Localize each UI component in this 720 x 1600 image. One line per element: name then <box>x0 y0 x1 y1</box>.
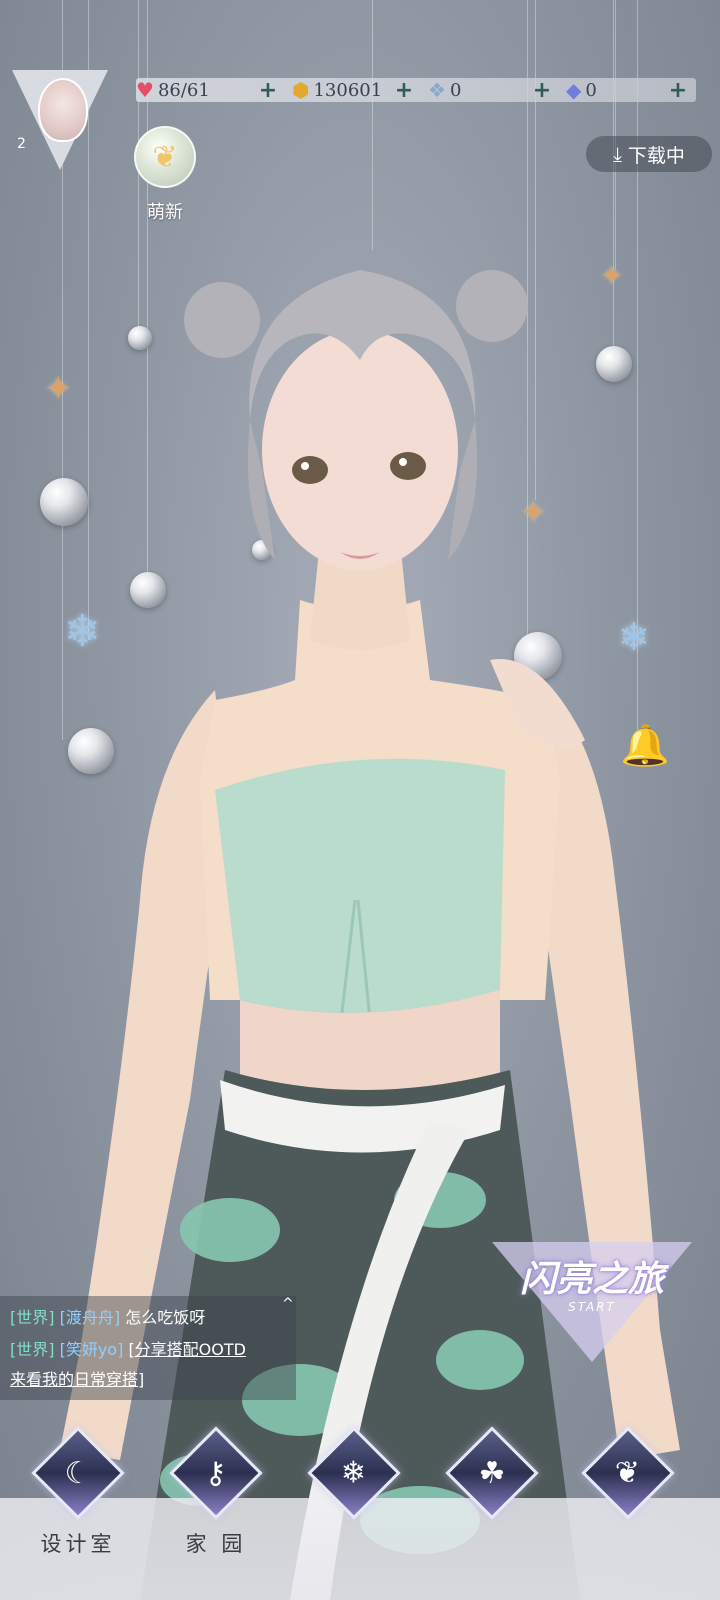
chevron-up-icon[interactable]: ^ <box>282 1296 294 1312</box>
add-diamond-button[interactable]: + <box>668 78 688 103</box>
nav-icon-frame: ⚷ <box>169 1426 263 1520</box>
journey-subtitle: START <box>568 1300 616 1314</box>
heart-gem-icon: ♥ <box>136 78 154 102</box>
gold-coin-icon: ⬢ <box>292 78 310 102</box>
download-label: 下载中 <box>627 144 685 167</box>
player-level: 2 <box>17 136 26 152</box>
gold-counter: ⬢ 130601 <box>292 78 382 102</box>
gold-value: 130601 <box>313 79 383 101</box>
nav-label: 设计室 <box>40 1532 116 1556</box>
chat-channel: [世界] <box>10 1340 55 1359</box>
diamond-icon: ◆ <box>566 78 582 102</box>
nav-icon-frame: ☾ <box>31 1426 125 1520</box>
stamina-counter: ♥ 86/61 <box>136 78 210 102</box>
add-stamina-button[interactable]: + <box>258 78 278 103</box>
nav-icon-frame: ☘ <box>445 1426 539 1520</box>
nav-snowflake[interactable]: ❄ <box>304 1426 404 1556</box>
chat-share-link[interactable]: [分享搭配OOTD <box>128 1340 246 1359</box>
chat-message: [世界] [渡舟舟] 怎么吃饭呀 <box>10 1304 205 1328</box>
resource-bar <box>136 78 696 102</box>
chat-share-link-continued[interactable]: 来看我的日常穿搭] <box>10 1370 144 1389</box>
add-gold-button[interactable]: + <box>394 78 414 103</box>
nav-icon-frame: ❦ <box>581 1426 675 1520</box>
avatar <box>38 78 88 142</box>
nav-icon-frame: ❄ <box>307 1426 401 1520</box>
crystal-shard-icon: ❖ <box>428 78 446 102</box>
download-status-button[interactable]: ⤓ 下载中 <box>586 136 712 172</box>
newbie-label: 萌新 <box>147 202 183 223</box>
nav-label: 家 园 <box>185 1532 247 1556</box>
clover-icon: ☘ <box>478 1455 506 1491</box>
crystal-value: 0 <box>449 79 462 101</box>
key-icon: ⚷ <box>205 1455 227 1491</box>
newbie-badge-button[interactable]: ❦ 萌新 <box>134 126 196 226</box>
moon-key-icon: ☾ <box>64 1455 92 1491</box>
chat-text: 怎么吃饭呀 <box>125 1308 206 1327</box>
butterfly-orb-icon: ❦ <box>134 126 196 188</box>
nav-clover[interactable]: ☘ <box>442 1426 542 1556</box>
chat-username[interactable]: [渡舟舟] <box>60 1308 121 1327</box>
chat-panel[interactable]: ^ [世界] [渡舟舟] 怎么吃饭呀 [世界] [笑妍yo] [分享搭配OOTD… <box>0 1296 296 1400</box>
journey-title: 闪亮之旅 <box>519 1258 664 1300</box>
chat-username[interactable]: [笑妍yo] <box>60 1340 124 1359</box>
snowflake-gem-icon: ❄ <box>341 1455 367 1491</box>
download-icon: ⤓ <box>613 142 622 166</box>
chat-message-continued: 来看我的日常穿搭] <box>10 1366 144 1390</box>
chat-channel: [世界] <box>10 1308 55 1327</box>
crystal-counter: ❖ 0 <box>428 78 461 102</box>
player-avatar-button[interactable] <box>12 70 108 174</box>
nav-butterfly[interactable]: ❦ <box>578 1426 678 1556</box>
shine-journey-button[interactable]: 闪亮之旅 START <box>492 1242 692 1372</box>
stamina-value: 86/61 <box>157 79 210 101</box>
diamond-counter: ◆ 0 <box>566 78 597 102</box>
diamond-value: 0 <box>585 79 597 101</box>
add-crystal-button[interactable]: + <box>532 78 552 103</box>
nav-home[interactable]: ⚷ 家 园 <box>166 1426 266 1556</box>
chat-message: [世界] [笑妍yo] [分享搭配OOTD <box>10 1336 246 1360</box>
nav-design-studio[interactable]: ☾ 设计室 <box>28 1426 128 1556</box>
butterfly-icon: ❦ <box>615 1455 641 1491</box>
